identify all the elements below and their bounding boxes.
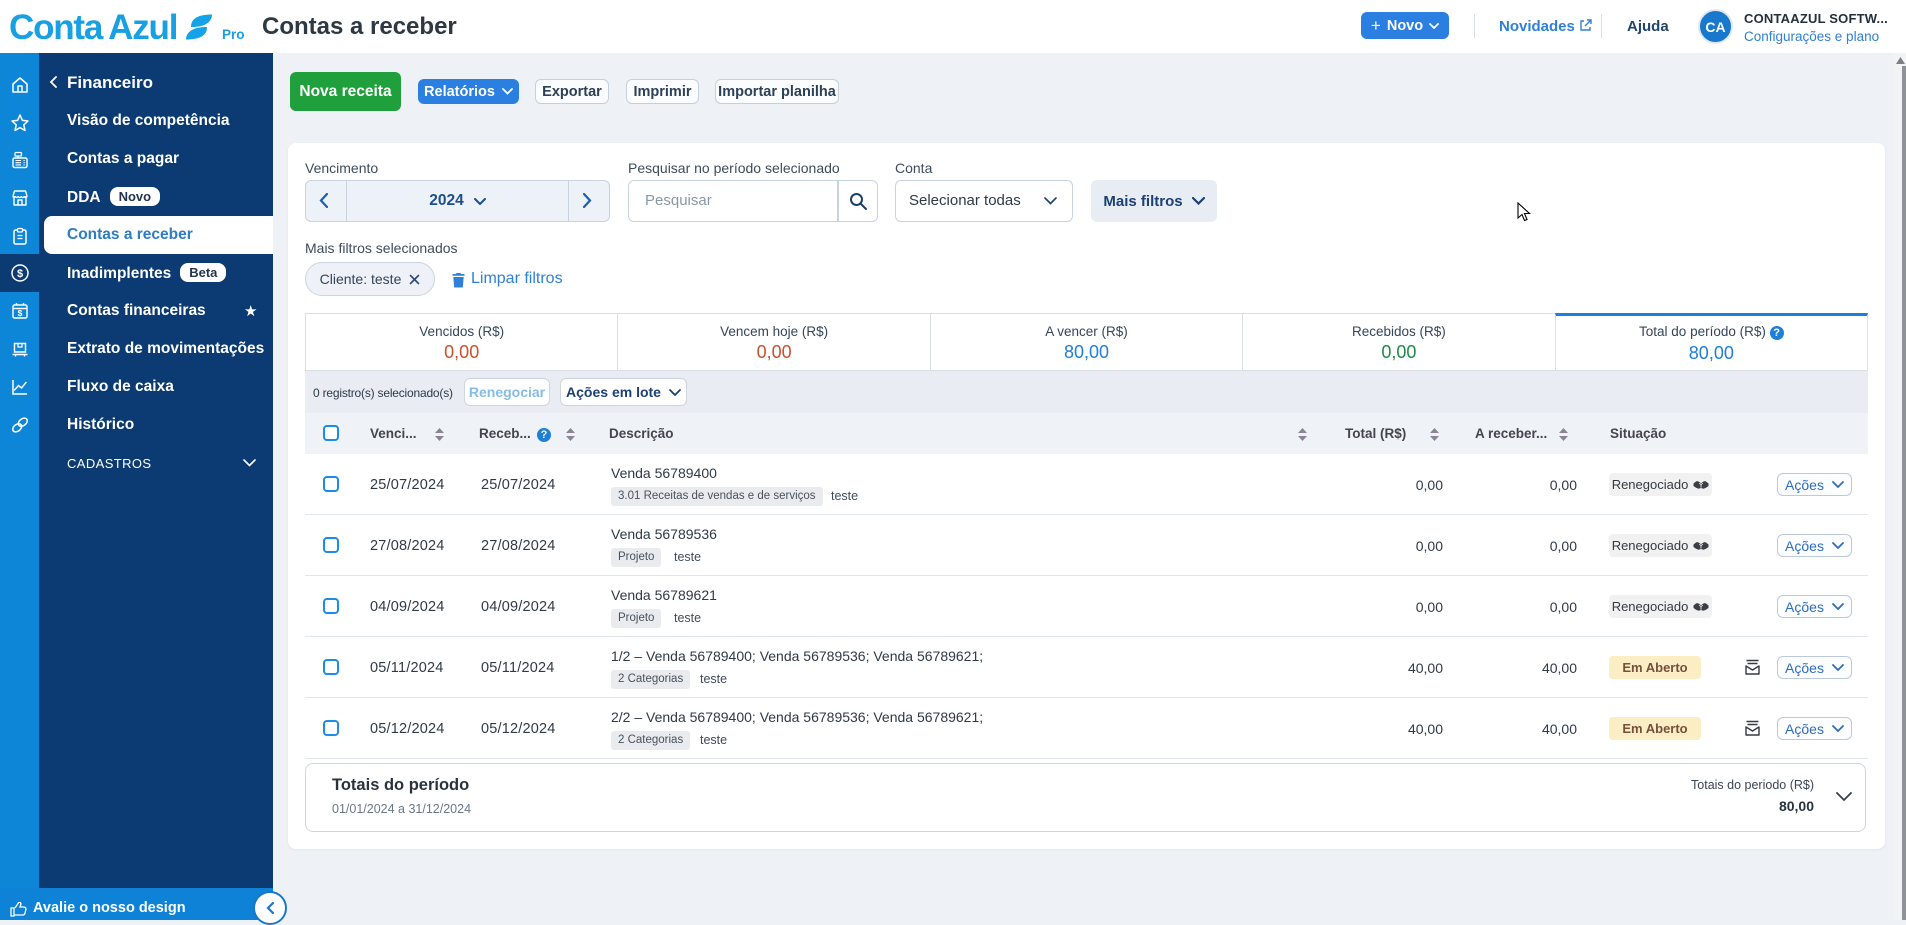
svg-text:$: $: [16, 268, 22, 280]
svg-text:$: $: [17, 308, 22, 318]
